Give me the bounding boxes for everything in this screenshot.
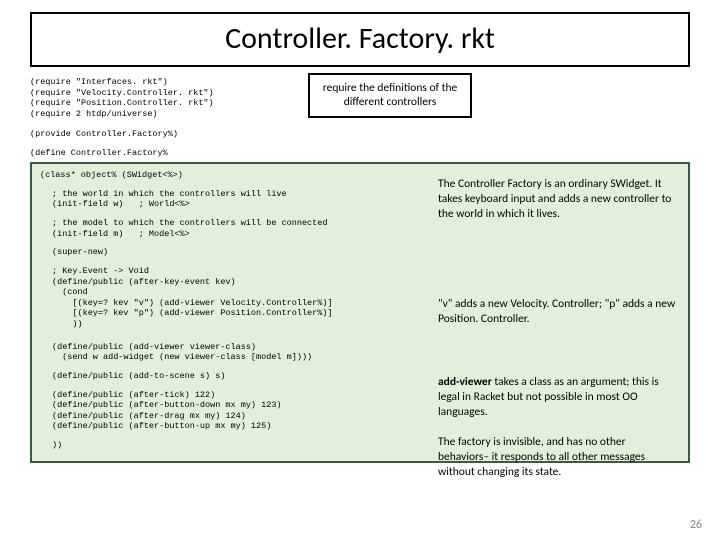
page-number: 26 <box>690 518 702 532</box>
note-addviewer: add-viewer takes a class as an argument;… <box>438 375 678 420</box>
code-define-open: (define Controller.Factory% <box>30 148 690 159</box>
note-invisible: The factory is invisible, and has no oth… <box>438 435 678 480</box>
code-provide: (provide Controller.Factory%) <box>30 129 690 140</box>
slide-title: Controller. Factory. rkt <box>30 12 690 67</box>
note-requires: require the definitions of the different… <box>308 73 472 118</box>
code-requires: (require "Interfaces. rkt") (require "Ve… <box>30 77 214 120</box>
content-area: (require "Interfaces. rkt") (require "Ve… <box>30 77 690 463</box>
note-factory: The Controller Factory is an ordinary SW… <box>438 177 678 222</box>
note-keys: "v" adds a new Velocity. Controller; "p"… <box>438 297 678 327</box>
code-add-viewer: (define/public (add-viewer viewer-class)… <box>52 342 680 363</box>
code-super-new: (super-new) <box>52 247 680 258</box>
note-addviewer-bold: add-viewer <box>438 375 492 389</box>
